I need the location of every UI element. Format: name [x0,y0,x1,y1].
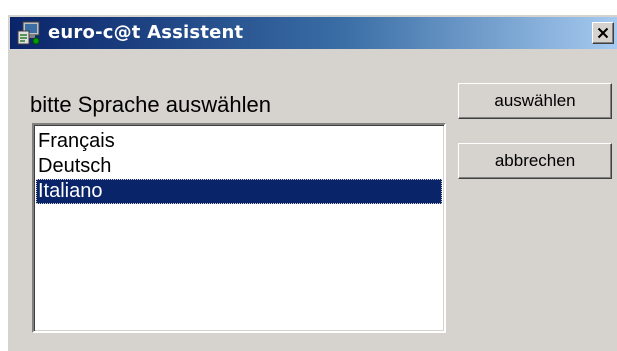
language-item-german[interactable]: Deutsch [36,154,442,179]
language-prompt: bitte Sprache auswählen [30,92,271,117]
close-button[interactable] [592,22,614,44]
cancel-button[interactable]: abbrechen [458,143,612,179]
language-item-italian[interactable]: Italiano [36,179,442,204]
dialog-window: euro-c@t Assistent bitte Sprache auswähl… [7,14,617,351]
select-button[interactable]: auswählen [458,83,612,119]
close-icon [597,27,609,39]
wizard-app-icon [16,20,42,46]
language-item-french[interactable]: Français [36,129,442,154]
window-title: euro-c@t Assistent [48,22,244,43]
language-listbox[interactable]: Français Deutsch Italiano [32,123,446,333]
title-bar[interactable]: euro-c@t Assistent [10,17,617,49]
